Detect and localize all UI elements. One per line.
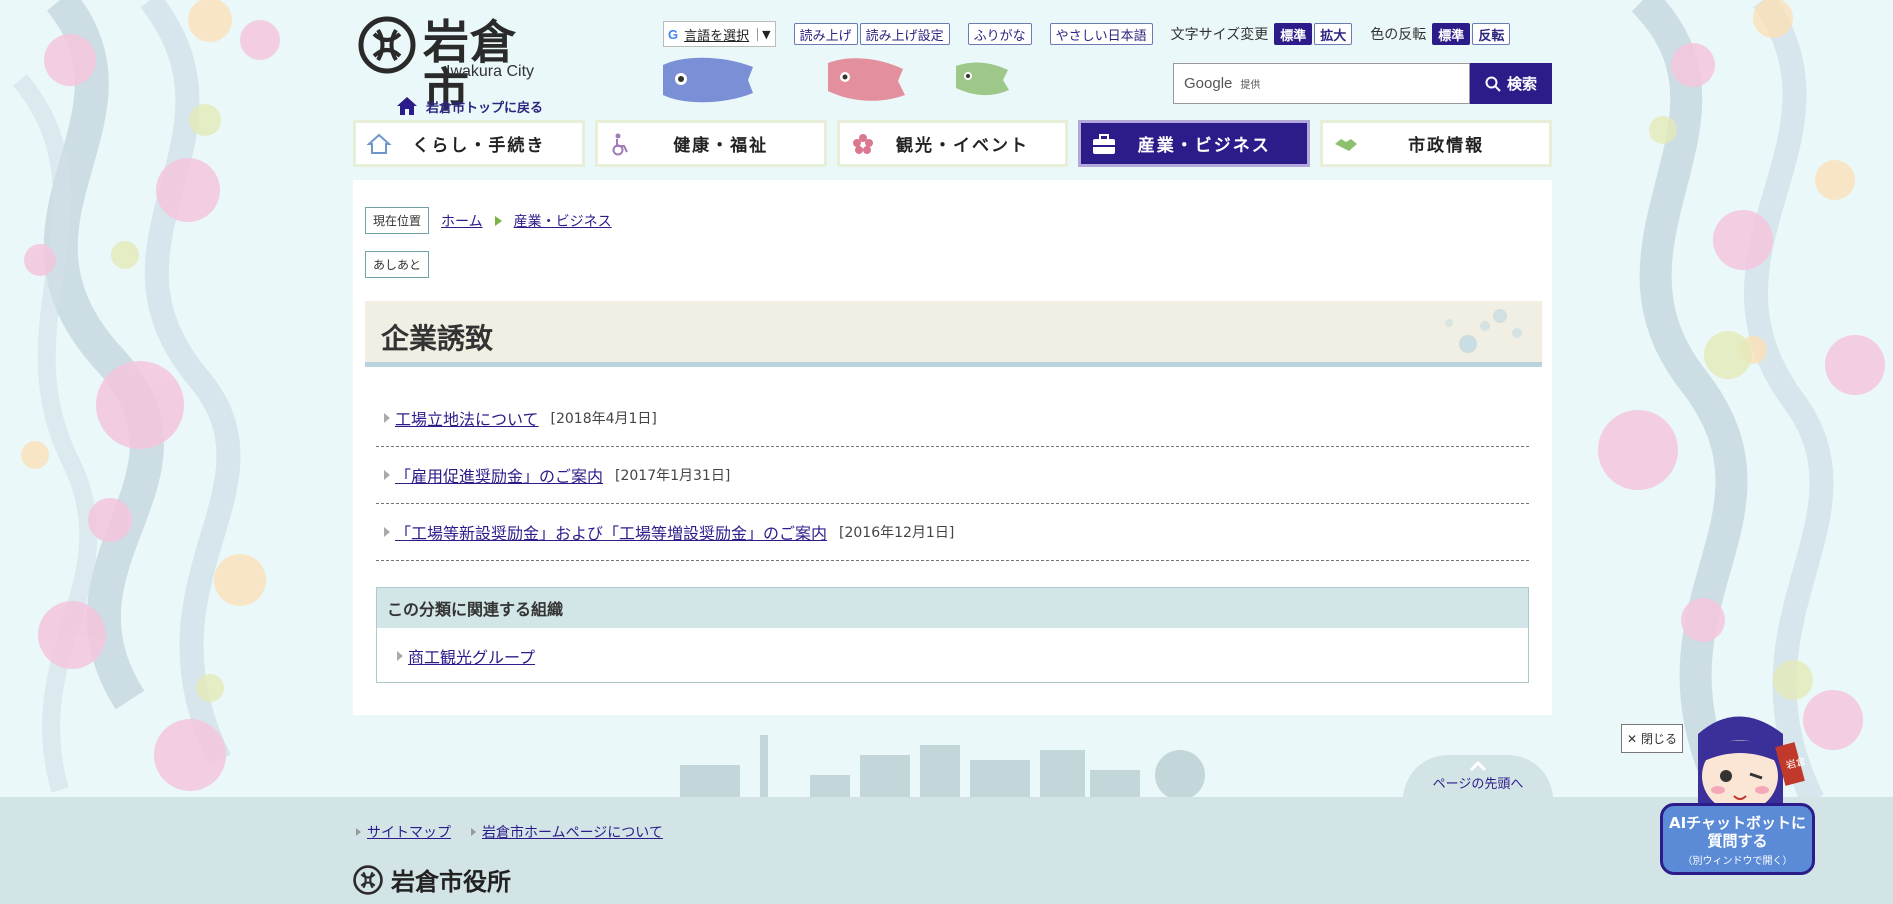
language-select[interactable]: G 言語を選択 ▼	[663, 21, 776, 47]
breadcrumb: 現在位置 ホーム 産業・ビジネス	[365, 207, 612, 234]
sakura-decoration-right	[1598, 0, 1885, 800]
article-date: [2016年12月1日]	[839, 525, 955, 541]
chatbot-line2: 質問する	[1707, 832, 1768, 850]
related-org-heading: この分類に関連する組織	[377, 588, 1528, 628]
language-select-label: 言語を選択	[684, 28, 750, 44]
site-header: 岩倉市 Iwakura City 岩倉市トップに戻る G 言語を選択 ▼ 読み上…	[353, 0, 1553, 116]
font-standard-button[interactable]: 標準	[1274, 23, 1313, 45]
close-icon: ✕	[1626, 731, 1638, 746]
breadcrumb-home[interactable]: ホーム	[441, 211, 483, 231]
nav-item-city[interactable]: 市政情報	[1320, 120, 1552, 167]
chatbot-line3: （別ウィンドウで開く）	[1682, 856, 1793, 867]
koinobori-green-icon	[956, 62, 1009, 96]
font-size-label: 文字サイズ変更	[1170, 27, 1269, 43]
color-standard-button[interactable]: 標準	[1432, 23, 1471, 45]
bubble-decoration	[1493, 309, 1507, 323]
footer-logo: 岩倉市役所	[353, 862, 511, 897]
provided-label: 提供	[1240, 80, 1261, 91]
read-settings-button[interactable]: 読み上げ設定	[859, 23, 950, 45]
bullet-arrow-icon	[397, 650, 403, 661]
nav-item-life[interactable]: くらし・手続き	[353, 120, 585, 167]
about-link[interactable]: 岩倉市ホームページについて	[482, 822, 663, 842]
page-title-box: 企業誘致	[365, 301, 1542, 367]
sakura-icon	[852, 134, 873, 154]
chevron-down-icon: ▼	[757, 27, 771, 41]
bullet-arrow-icon	[384, 470, 390, 480]
list-item: 「工場等新設奨励金」および「工場等増設奨励金」のご案内 [2016年12月1日]	[376, 504, 1529, 561]
bullet-arrow-icon	[384, 413, 390, 423]
breadcrumb-arrow-icon	[494, 215, 502, 226]
chevron-up-icon	[1469, 760, 1487, 772]
bullet-arrow-icon	[471, 828, 476, 836]
color-invert-label: 色の反転	[1370, 27, 1427, 43]
footer-office-name: 岩倉市役所	[391, 868, 511, 896]
font-large-button[interactable]: 拡大	[1314, 23, 1353, 45]
bubble-decoration	[1512, 328, 1522, 338]
article-list: 工場立地法について [2018年4月1日] 「雇用促進奨励金」のご案内 [201…	[376, 390, 1529, 561]
chatbot-button[interactable]: AIチャットボットに 質問する （別ウィンドウで開く）	[1660, 803, 1815, 875]
easy-japanese-button[interactable]: やさしい日本語	[1049, 23, 1153, 45]
search-icon	[1485, 76, 1501, 92]
search-button-label: 検索	[1506, 76, 1537, 93]
article-date: [2018年4月1日]	[550, 411, 657, 427]
site-search: Google 提供 検索	[1173, 63, 1552, 104]
page-title: 企業誘致	[381, 322, 494, 355]
handshake-icon	[1335, 139, 1358, 151]
related-org-box: この分類に関連する組織 商工観光グループ	[376, 587, 1529, 683]
bullet-arrow-icon	[384, 527, 390, 537]
nav-item-business[interactable]: 産業・ビジネス	[1078, 120, 1311, 167]
site-footer	[0, 797, 1893, 904]
google-g-icon: G	[668, 26, 679, 42]
bullet-arrow-icon	[356, 828, 361, 836]
chatbot-line1: AIチャットボットに	[1668, 814, 1807, 832]
search-input[interactable]: Google 提供	[1173, 63, 1470, 104]
site-logo[interactable]: 岩倉市 Iwakura City 岩倉市トップに戻る	[358, 14, 558, 116]
color-invert-button[interactable]: 反転	[1472, 23, 1511, 45]
logo-subtitle: Iwakura City	[446, 63, 535, 80]
breadcrumb-current[interactable]: 産業・ビジネス	[514, 211, 612, 231]
search-button[interactable]: 検索	[1470, 63, 1552, 104]
article-date: [2017年1月31日]	[615, 468, 731, 484]
global-nav: くらし・手続き 健康・福祉 観光・イベント 産業・ビジネス 市政情報	[353, 120, 1552, 167]
current-location-tag: 現在位置	[365, 207, 430, 234]
nav-item-tourism[interactable]: 観光・イベント	[836, 120, 1069, 167]
article-link[interactable]: 「雇用促進奨励金」のご案内	[395, 463, 603, 487]
main-content: 現在位置 ホーム 産業・ビジネス あしあと 企業誘致 工場立地法について [20…	[353, 180, 1552, 715]
city-skyline-decoration	[680, 735, 1205, 800]
furigana-button[interactable]: ふりがな	[967, 23, 1032, 45]
bubble-decoration	[1445, 319, 1453, 327]
wheelchair-icon	[612, 133, 628, 156]
sitemap-link[interactable]: サイトマップ	[367, 822, 451, 842]
city-emblem-icon	[358, 16, 416, 74]
bubble-decoration	[1459, 335, 1477, 353]
list-item: 「雇用促進奨励金」のご案内 [2017年1月31日]	[376, 447, 1529, 504]
home-icon	[397, 97, 417, 115]
footer-links: サイトマップ 岩倉市ホームページについて	[356, 822, 663, 842]
house-icon	[366, 133, 392, 154]
city-emblem-icon	[353, 864, 383, 895]
page-top-button[interactable]: ページの先頭へ	[1403, 755, 1553, 800]
footprints-tag: あしあと	[365, 251, 430, 278]
utility-bar: G 言語を選択 ▼ 読み上げ 読み上げ設定 ふりがな やさしい日本語 文字サイズ…	[663, 18, 1553, 50]
google-label: Google	[1184, 75, 1233, 92]
briefcase-icon	[1093, 134, 1116, 154]
article-link[interactable]: 工場立地法について	[395, 406, 539, 430]
related-org-link[interactable]: 商工観光グループ	[408, 644, 535, 668]
page-top-label: ページの先頭へ	[1432, 777, 1524, 792]
read-aloud-button[interactable]: 読み上げ	[793, 23, 858, 45]
article-link[interactable]: 「工場等新設奨励金」および「工場等増設奨励金」のご案内	[395, 520, 827, 544]
bubble-decoration	[1480, 321, 1490, 331]
sakura-decoration-left	[13, 0, 280, 793]
koinobori-pink-icon	[828, 58, 905, 101]
home-link-label: 岩倉市トップに戻る	[426, 100, 544, 116]
list-item: 工場立地法について [2018年4月1日]	[376, 390, 1529, 447]
nav-item-health[interactable]: 健康・福祉	[594, 120, 827, 167]
home-link[interactable]: 岩倉市トップに戻る	[396, 96, 543, 116]
